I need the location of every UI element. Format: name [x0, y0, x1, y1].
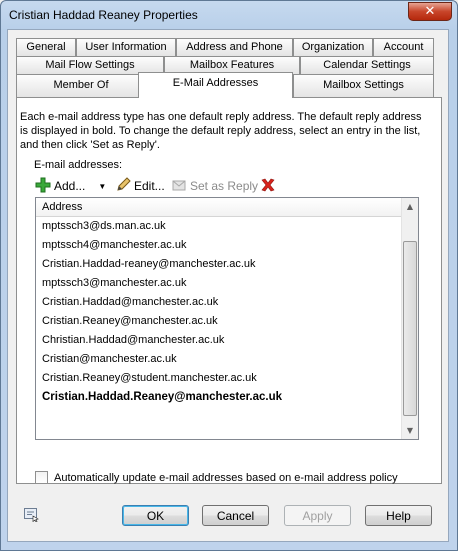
- edit-button[interactable]: Edit...: [115, 176, 165, 196]
- list-item-default-reply[interactable]: Cristian.Haddad.Reaney@manchester.ac.uk: [42, 388, 282, 407]
- tab-organization[interactable]: Organization: [293, 38, 373, 56]
- cancel-button[interactable]: Cancel: [202, 505, 269, 526]
- pencil-icon: [115, 176, 131, 196]
- scroll-thumb[interactable]: [403, 241, 417, 416]
- auto-update-option[interactable]: Automatically update e-mail addresses ba…: [35, 471, 398, 484]
- list-item[interactable]: mptssch4@manchester.ac.uk: [42, 236, 186, 255]
- list-item[interactable]: mptssch3@ds.man.ac.uk: [42, 217, 166, 236]
- add-button[interactable]: Add... ▼: [35, 177, 106, 195]
- help-button[interactable]: Help: [365, 505, 432, 526]
- auto-update-checkbox[interactable]: [35, 471, 48, 484]
- contextual-help-icon[interactable]: [24, 508, 40, 523]
- list-item[interactable]: mptssch3@manchester.ac.uk: [42, 274, 186, 293]
- chevron-down-icon[interactable]: ▼: [98, 182, 106, 191]
- window-title: Cristian Haddad Reaney Properties: [9, 8, 198, 22]
- list-item[interactable]: Cristian.Reaney@student.manchester.ac.uk: [42, 369, 257, 388]
- edit-label: Edit...: [134, 179, 165, 193]
- email-addresses-label: E-mail addresses:: [34, 159, 123, 171]
- email-address-list[interactable]: Address mptssch3@ds.man.ac.uk mptssch4@m…: [35, 197, 419, 440]
- description-text: Each e-mail address type has one default…: [20, 111, 422, 151]
- dialog-client: General User Information Address and Pho…: [7, 29, 449, 542]
- tab-account[interactable]: Account: [373, 38, 434, 56]
- add-icon: [35, 177, 51, 196]
- add-label: Add...: [54, 179, 86, 193]
- column-header-address[interactable]: Address: [36, 198, 403, 217]
- delete-x-icon: [260, 177, 276, 196]
- address-toolbar: Add... ▼ Edit... Set as Reply: [35, 175, 415, 197]
- apply-button[interactable]: Apply: [284, 505, 351, 526]
- title-bar[interactable]: Cristian Haddad Reaney Properties ✕: [1, 1, 457, 31]
- remove-button[interactable]: [260, 177, 276, 195]
- set-as-reply-label: Set as Reply: [190, 179, 259, 193]
- close-button[interactable]: ✕: [408, 2, 452, 21]
- list-item[interactable]: Christian.Haddad@manchester.ac.uk: [42, 331, 224, 350]
- list-item[interactable]: Cristian.Haddad@manchester.ac.uk: [42, 293, 218, 312]
- tab-member-of[interactable]: Member Of: [16, 74, 146, 97]
- ok-button[interactable]: OK: [122, 505, 189, 526]
- tab-address-and-phone[interactable]: Address and Phone: [176, 38, 293, 56]
- set-as-reply-button[interactable]: Set as Reply: [171, 177, 258, 195]
- vertical-scrollbar[interactable]: ▲ ▼: [401, 198, 418, 439]
- tab-mailbox-settings[interactable]: Mailbox Settings: [293, 74, 434, 97]
- list-item[interactable]: Cristian.Haddad-reaney@manchester.ac.uk: [42, 255, 256, 274]
- list-item[interactable]: Cristian.Reaney@manchester.ac.uk: [42, 312, 218, 331]
- tab-e-mail-addresses[interactable]: E-Mail Addresses: [138, 72, 293, 98]
- scroll-down-arrow-icon[interactable]: ▼: [402, 422, 418, 439]
- reply-icon: [171, 177, 187, 196]
- list-item[interactable]: Cristian@manchester.ac.uk: [42, 350, 177, 369]
- auto-update-label: Automatically update e-mail addresses ba…: [54, 471, 398, 484]
- tab-general[interactable]: General: [16, 38, 76, 56]
- tab-calendar-settings[interactable]: Calendar Settings: [300, 56, 434, 74]
- scroll-up-arrow-icon[interactable]: ▲: [402, 198, 418, 215]
- tab-user-information[interactable]: User Information: [76, 38, 176, 56]
